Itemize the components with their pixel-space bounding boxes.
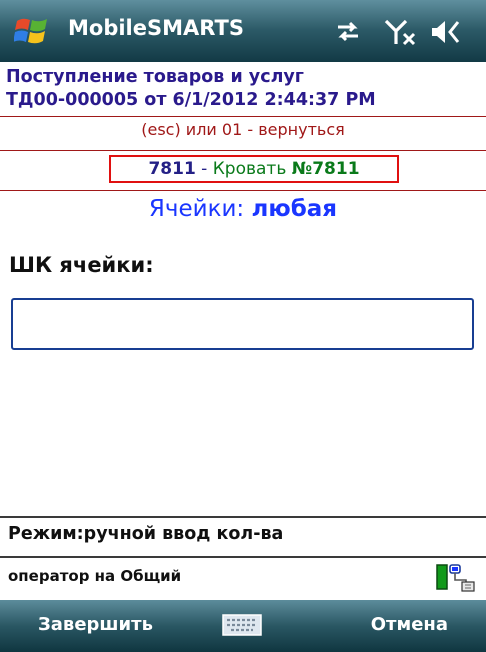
barcode-input[interactable]	[11, 298, 474, 350]
divider	[0, 516, 486, 518]
sync-icon	[334, 18, 362, 48]
divider	[0, 116, 486, 117]
operator-status: оператор на Общий	[8, 567, 182, 585]
item-separator: -	[195, 159, 213, 179]
volume-icon	[430, 18, 464, 50]
cells-label: Ячейки:	[148, 196, 252, 222]
windows-start-icon[interactable]	[14, 13, 50, 49]
finish-button[interactable]: Завершить	[38, 614, 153, 635]
document-header: Поступление товаров и услуг ТД00-000005 …	[6, 66, 482, 112]
divider	[0, 150, 486, 151]
cells-line: Ячейки: любая	[0, 196, 486, 222]
mode-status: Режим:ручной ввод кол-ва	[8, 524, 284, 544]
cancel-button[interactable]: Отмена	[371, 614, 448, 635]
signal-off-icon	[384, 18, 418, 50]
item-info: 7811 - Кровать №7811	[109, 155, 399, 183]
softkey-bar: Завершить Отмена	[0, 600, 486, 652]
barcode-field-label: ШК ячейки:	[9, 253, 154, 277]
item-name: Кровать	[212, 159, 292, 179]
title-bar: MobileSMARTS	[0, 0, 486, 62]
document-title: Поступление товаров и услуг	[6, 67, 304, 87]
keyboard-icon[interactable]	[222, 613, 262, 637]
item-number: №7811	[291, 159, 360, 179]
app-title: MobileSMARTS	[68, 16, 244, 40]
document-number-date: ТД00-000005 от 6/1/2012 2:44:37 PM	[6, 90, 376, 110]
connection-status-icon[interactable]	[436, 562, 480, 592]
back-hint: (esc) или 01 - вернуться	[141, 120, 345, 139]
cells-value: любая	[251, 196, 338, 222]
divider	[0, 556, 486, 558]
divider	[0, 190, 486, 191]
item-code: 7811	[148, 159, 196, 179]
